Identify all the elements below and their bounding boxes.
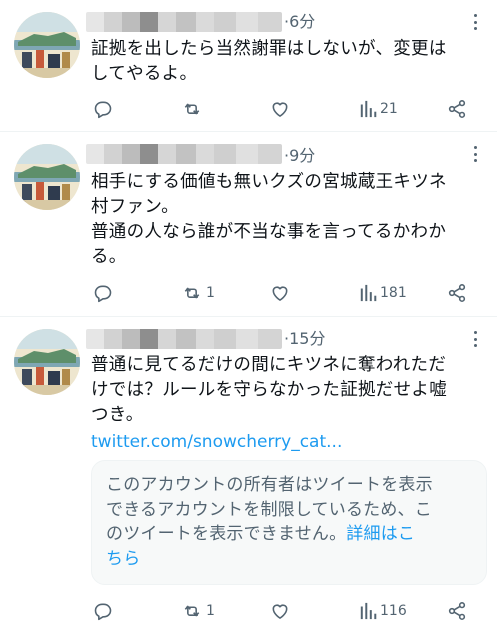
views-button[interactable]: 116 bbox=[359, 600, 407, 622]
views-icon bbox=[360, 602, 377, 620]
reply-icon bbox=[94, 101, 112, 119]
display-name[interactable] bbox=[86, 12, 282, 32]
avatar[interactable] bbox=[14, 12, 80, 78]
tweet-link[interactable]: twitter.com/snowcherry_cat... bbox=[91, 430, 342, 454]
share-button[interactable] bbox=[447, 600, 467, 622]
reply-button[interactable] bbox=[93, 282, 116, 304]
retweet-button[interactable]: 1 bbox=[181, 282, 215, 304]
avatar[interactable] bbox=[14, 329, 80, 395]
display-name[interactable] bbox=[86, 329, 282, 349]
like-button[interactable] bbox=[270, 282, 290, 304]
reply-icon bbox=[94, 603, 112, 621]
retweet-button[interactable] bbox=[181, 98, 206, 120]
action-bar: 21 bbox=[0, 98, 497, 120]
tweet[interactable]: ·6分 証拠を出したら当然謝罪はしないが、変更は してやるよ。 21 bbox=[0, 0, 497, 131]
like-icon bbox=[272, 102, 288, 117]
retweet-count: 1 bbox=[206, 603, 215, 619]
share-icon bbox=[448, 602, 466, 620]
reply-icon bbox=[94, 285, 112, 303]
more-icon[interactable] bbox=[468, 14, 482, 30]
like-button[interactable] bbox=[270, 98, 290, 120]
tweet[interactable]: ·15分 普通に見てるだけの間にキツネに奪われただ けでは？ルールを守らなかった… bbox=[0, 317, 497, 640]
share-button[interactable] bbox=[447, 282, 467, 304]
views-button[interactable]: 21 bbox=[359, 98, 398, 120]
retweet-icon bbox=[184, 103, 200, 115]
retweet-icon bbox=[184, 605, 200, 617]
more-icon[interactable] bbox=[468, 146, 482, 162]
like-button[interactable] bbox=[270, 600, 290, 622]
tweet[interactable]: ·9分 相手にする価値も無いクズの宮城蔵王キツネ 村ファン。 普通の人なら誰が不… bbox=[0, 132, 497, 316]
more-icon[interactable] bbox=[468, 331, 482, 347]
retweet-icon bbox=[184, 287, 200, 299]
tweet-text: 普通に見てるだけの間にキツネに奪われただ けでは？ルールを守らなかった証拠だせよ… bbox=[91, 355, 447, 425]
retweet-count: 1 bbox=[206, 285, 215, 301]
reply-button[interactable] bbox=[93, 98, 116, 120]
views-count: 181 bbox=[380, 285, 407, 301]
timestamp[interactable]: ·9分 bbox=[284, 146, 315, 166]
reply-button[interactable] bbox=[93, 600, 116, 622]
share-icon bbox=[448, 284, 466, 302]
views-icon bbox=[360, 284, 377, 302]
tweet-text: 証拠を出したら当然謝罪はしないが、変更は してやるよ。 bbox=[91, 39, 447, 84]
action-bar: 1 116 bbox=[0, 600, 497, 622]
like-icon bbox=[272, 604, 288, 619]
views-count: 116 bbox=[380, 603, 407, 619]
timestamp[interactable]: ·15分 bbox=[284, 329, 325, 349]
share-button[interactable] bbox=[447, 98, 467, 120]
avatar[interactable] bbox=[14, 144, 80, 210]
views-button[interactable]: 181 bbox=[359, 282, 407, 304]
quoted-tweet-unavailable: このアカウントの所有者はツイートを表示 できるアカウントを制限しているため、こ … bbox=[91, 460, 487, 585]
views-count: 21 bbox=[380, 101, 398, 117]
tweet-text: 相手にする価値も無いクズの宮城蔵王キツネ 村ファン。 普通の人なら誰が不当な事を… bbox=[91, 172, 447, 267]
display-name[interactable] bbox=[86, 144, 282, 164]
action-bar: 1 181 bbox=[0, 282, 497, 304]
share-icon bbox=[448, 100, 466, 118]
retweet-button[interactable]: 1 bbox=[181, 600, 215, 622]
timestamp[interactable]: ·6分 bbox=[284, 12, 315, 32]
like-icon bbox=[272, 286, 288, 301]
views-icon bbox=[360, 100, 377, 118]
